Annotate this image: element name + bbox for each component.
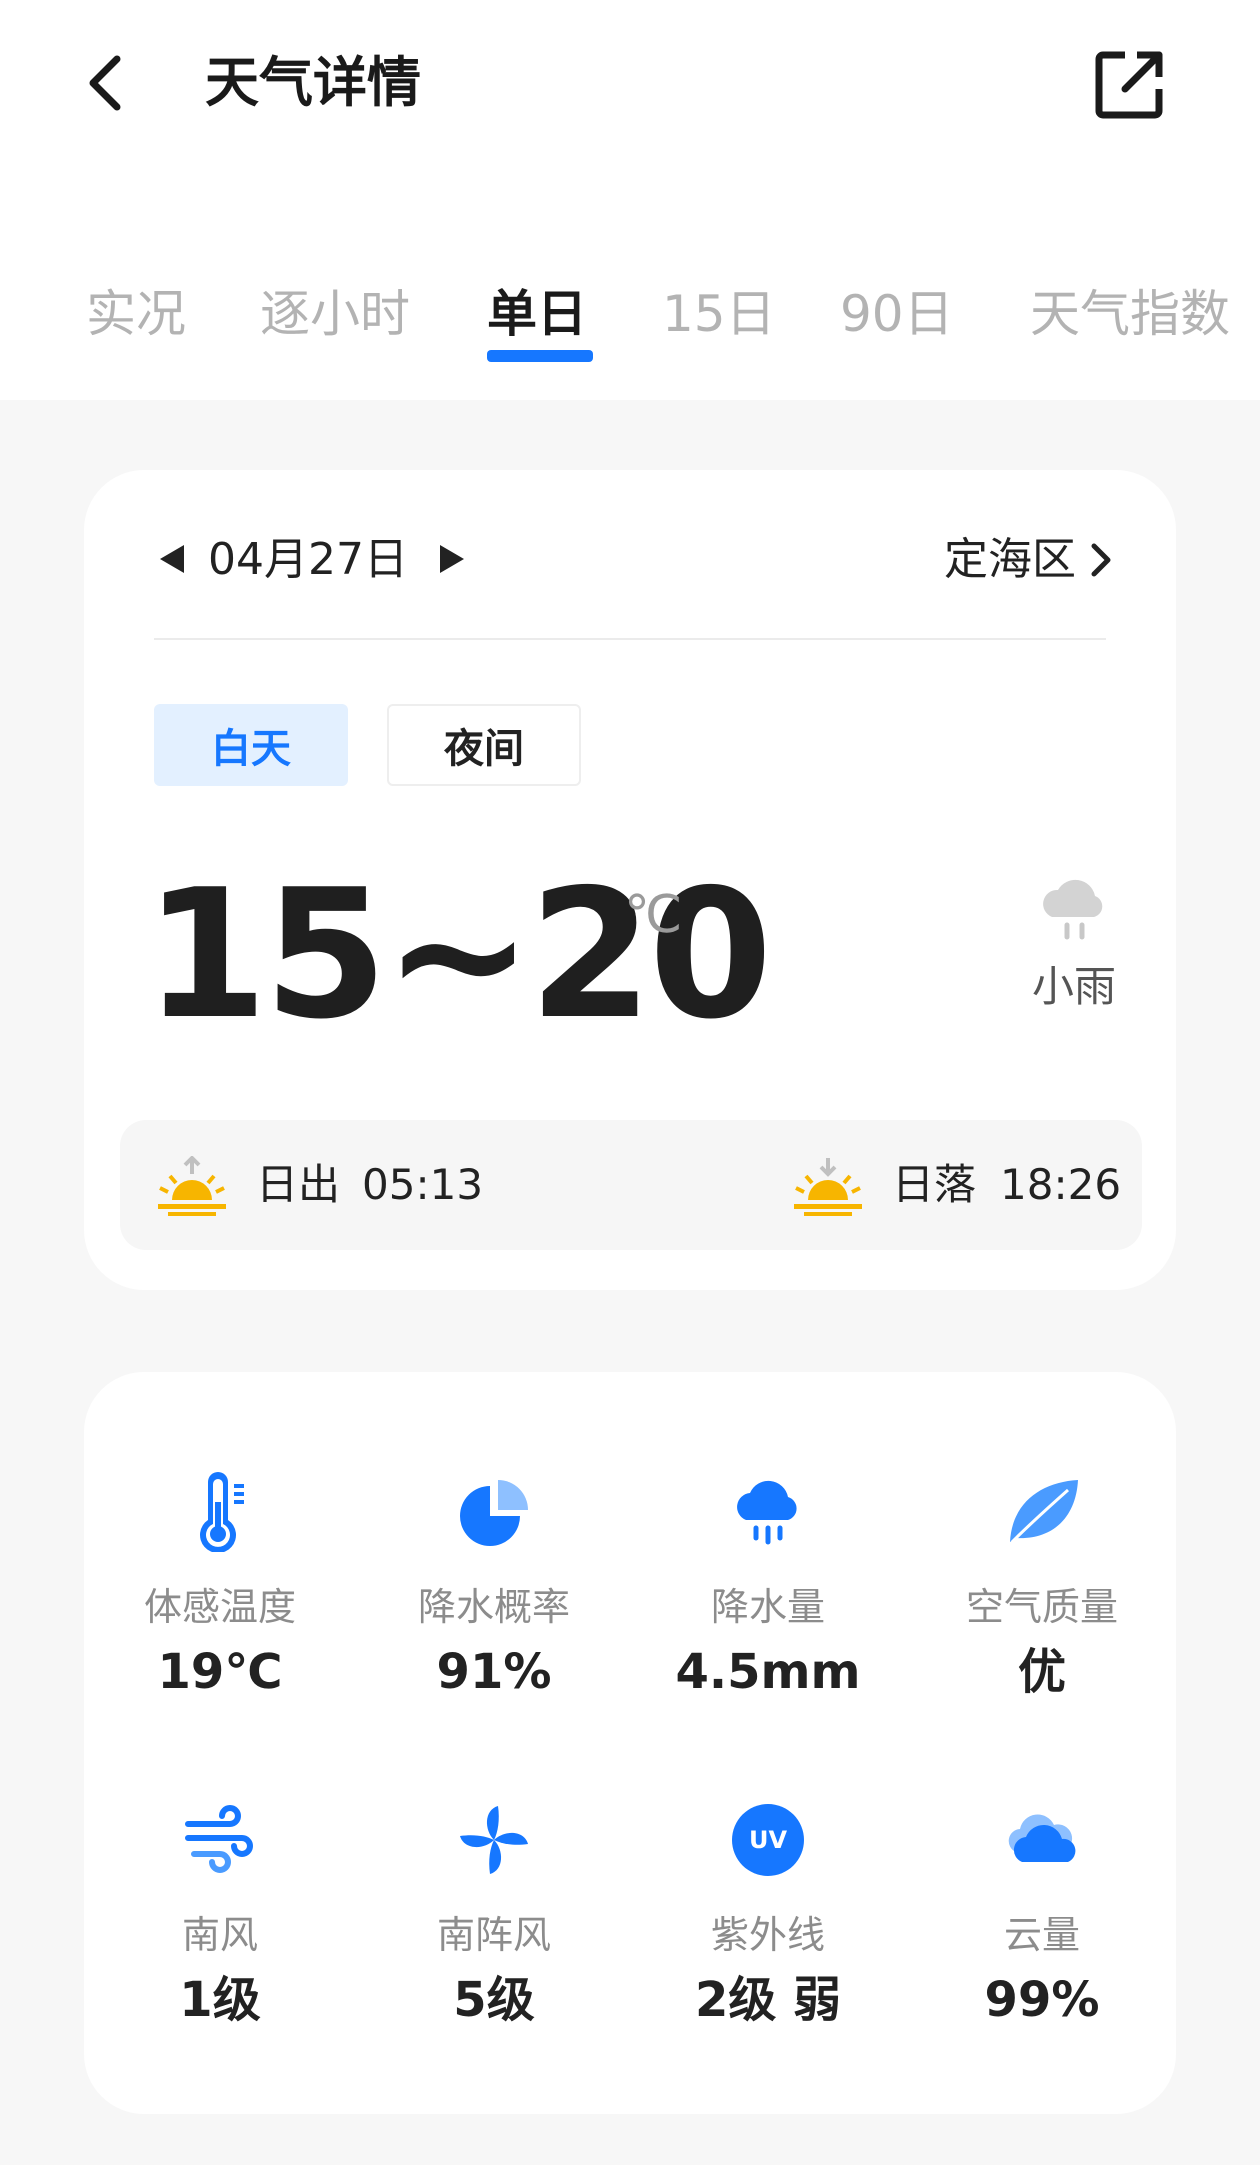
metric-label: 降水概率	[417, 1585, 570, 1629]
metric-precipitation: 降水量 4.5mm	[632, 1472, 904, 1772]
sunset-icon	[794, 1158, 862, 1216]
metric-label: 体感温度	[143, 1585, 296, 1629]
rain-cloud-icon	[737, 1480, 797, 1545]
metric-value: 5级	[453, 1972, 535, 2028]
thermometer-icon	[200, 1472, 244, 1552]
sunrise-icon	[158, 1156, 226, 1216]
night-toggle-button[interactable]: 夜间	[387, 704, 581, 786]
metric-value: 91%	[436, 1644, 552, 1700]
share-button[interactable]	[1092, 46, 1168, 122]
metric-value: 99%	[984, 1972, 1100, 2028]
metric-uv: UV 紫外线 2级 弱	[632, 1800, 904, 2100]
tab-weather-index[interactable]: 天气指数	[1030, 282, 1230, 346]
metric-wind: 南风 1级	[84, 1800, 356, 2100]
metric-value: 19℃	[157, 1644, 283, 1700]
external-link-icon	[1095, 51, 1163, 119]
tab-bar: 实况 逐小时 单日 15日 90日 天气指数	[0, 270, 1260, 380]
tab-15-day[interactable]: 15日	[662, 282, 776, 346]
wind-icon	[185, 1805, 253, 1873]
uv-icon: UV	[732, 1804, 804, 1876]
active-tab-indicator	[487, 350, 593, 362]
chevron-right-icon	[1091, 543, 1111, 577]
svg-text:UV: UV	[749, 1826, 787, 1854]
leaf-icon	[1010, 1480, 1078, 1544]
metric-feels-like: 体感温度 19℃	[84, 1472, 356, 1772]
back-button[interactable]	[70, 48, 140, 118]
temperature-unit: ℃	[624, 885, 683, 945]
tab-90-day[interactable]: 90日	[840, 282, 954, 346]
metric-cloud-cover: 云量 99%	[906, 1800, 1178, 2100]
metric-label: 云量	[1003, 1913, 1080, 1957]
sun-times: 日出 05:13 日落 18:26	[120, 1120, 1142, 1250]
day-summary-card: 04月27日 定海区 白天 夜间 15~20 ℃ 小雨 日出 05:13 日落 …	[84, 470, 1176, 1290]
tab-single-day[interactable]: 单日	[487, 282, 587, 346]
weather-condition: 小雨	[1031, 962, 1116, 1011]
metric-value: 优	[1017, 1644, 1066, 1700]
divider	[154, 638, 1106, 640]
sunset-label: 日落	[892, 1160, 977, 1209]
sunrise-label: 日出	[256, 1160, 341, 1209]
cloud-icon	[1008, 1814, 1076, 1862]
metric-precip-probability: 降水概率 91%	[358, 1472, 630, 1772]
date-label: 04月27日	[208, 534, 408, 585]
sunset-time: 18:26	[1000, 1160, 1122, 1209]
chevron-left-icon	[89, 55, 121, 111]
metric-air-quality: 空气质量 优	[906, 1472, 1178, 1772]
top-bar: 天气详情 实况 逐小时 单日 15日 90日 天气指数	[0, 0, 1260, 400]
tab-live[interactable]: 实况	[86, 282, 186, 346]
metric-value: 4.5mm	[675, 1644, 861, 1700]
triangle-right-icon[interactable]	[434, 541, 470, 577]
triangle-left-icon[interactable]	[154, 541, 190, 577]
day-toggle-button[interactable]: 白天	[154, 704, 348, 786]
metric-label: 降水量	[710, 1585, 825, 1629]
metric-label: 南阵风	[436, 1913, 551, 1957]
sunrise-time: 05:13	[362, 1160, 484, 1209]
metric-value: 2级 弱	[694, 1972, 842, 2028]
location-label: 定海区	[944, 534, 1076, 585]
page-title: 天气详情	[205, 51, 421, 114]
location-selector[interactable]: 定海区	[944, 525, 1114, 595]
metric-label: 南风	[181, 1913, 258, 1957]
metric-gust: 南阵风 5级	[358, 1800, 630, 2100]
metrics-card: 体感温度 19℃ 降水概率 91% 降水量 4.5mm 空气质量 优 南风 1级…	[84, 1372, 1176, 2114]
light-rain-icon	[1043, 879, 1103, 940]
pie-chart-icon	[460, 1480, 528, 1546]
date-selector: 04月27日 定海区	[154, 525, 1114, 595]
gust-fan-icon	[460, 1806, 528, 1874]
metric-label: 紫外线	[710, 1913, 825, 1957]
metric-label: 空气质量	[965, 1585, 1118, 1629]
tab-hourly[interactable]: 逐小时	[260, 282, 410, 346]
metric-value: 1级	[179, 1972, 261, 2028]
